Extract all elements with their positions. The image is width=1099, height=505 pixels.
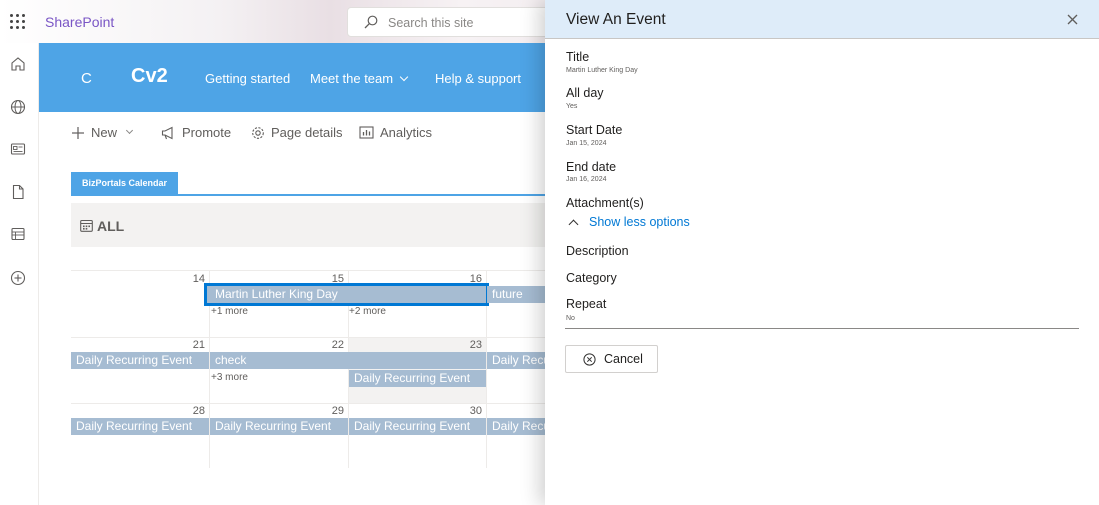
left-rail bbox=[0, 43, 39, 505]
event-daily-recurring[interactable]: Daily Recurring Event bbox=[349, 370, 486, 387]
list-icon[interactable] bbox=[9, 225, 27, 243]
close-icon[interactable] bbox=[1065, 12, 1080, 27]
nav-meet-the-team[interactable]: Meet the team bbox=[310, 71, 409, 86]
search-input[interactable]: Search this site bbox=[347, 7, 557, 37]
field-all-day-label: All day bbox=[566, 86, 604, 100]
new-button[interactable]: New bbox=[71, 125, 134, 140]
panel-header: View An Event bbox=[545, 0, 1099, 39]
chevron-down-icon bbox=[125, 126, 134, 135]
more-link[interactable]: +1 more bbox=[211, 306, 248, 317]
site-header: C Cv2 Getting started Meet the team Help… bbox=[39, 43, 545, 112]
home-icon[interactable] bbox=[9, 55, 27, 73]
document-icon[interactable] bbox=[9, 183, 27, 201]
analytics-icon bbox=[359, 126, 374, 139]
tab-bizportals-calendar[interactable]: BizPortals Calendar bbox=[71, 172, 179, 194]
news-icon[interactable] bbox=[9, 140, 27, 158]
event-daily-recurring[interactable]: Daily Recurring Event bbox=[71, 418, 209, 435]
cancel-icon bbox=[583, 352, 596, 366]
event-check[interactable]: check bbox=[210, 352, 486, 369]
nav-help-support[interactable]: Help & support bbox=[435, 71, 521, 86]
field-title-value: Martin Luther King Day bbox=[566, 67, 638, 74]
plus-icon bbox=[72, 126, 84, 139]
add-circle-icon[interactable] bbox=[9, 269, 27, 287]
day-number: 23 bbox=[469, 339, 482, 351]
nav-label: Meet the team bbox=[310, 71, 394, 86]
view-label[interactable]: ALL bbox=[97, 218, 124, 234]
event-daily-recurring[interactable]: Daily Recurring Event bbox=[210, 418, 348, 435]
day-number: 14 bbox=[192, 273, 205, 285]
field-title-label: Title bbox=[566, 50, 590, 64]
field-description-label: Description bbox=[566, 244, 629, 258]
chevron-up-icon bbox=[568, 219, 579, 229]
show-less-options-link[interactable]: Show less options bbox=[568, 215, 690, 229]
field-start-date-label: Start Date bbox=[566, 123, 623, 137]
gear-icon bbox=[252, 126, 264, 139]
site-logo[interactable]: C bbox=[81, 70, 92, 87]
show-less-label: Show less options bbox=[589, 215, 690, 229]
field-end-date-value: Jan 16, 2024 bbox=[566, 176, 607, 183]
promote-button[interactable]: Promote bbox=[161, 125, 231, 140]
event-martin-luther-king-day[interactable]: Martin Luther King Day bbox=[204, 283, 489, 306]
page-details-button[interactable]: Page details bbox=[251, 125, 343, 140]
waffle-icon[interactable] bbox=[10, 14, 26, 30]
panel-divider bbox=[565, 328, 1079, 329]
analytics-button[interactable]: Analytics bbox=[359, 125, 432, 140]
field-category-label: Category bbox=[566, 271, 617, 285]
calendar-view-bar: ALL bbox=[71, 203, 545, 247]
more-link[interactable]: +3 more bbox=[211, 372, 248, 383]
field-repeat-label: Repeat bbox=[566, 297, 607, 311]
day-number: 29 bbox=[331, 405, 344, 417]
day-number: 22 bbox=[331, 339, 344, 351]
promote-label: Promote bbox=[182, 125, 232, 140]
field-end-date-label: End date bbox=[566, 160, 617, 174]
field-attachments-label: Attachment(s) bbox=[566, 196, 644, 210]
grid-line bbox=[71, 403, 545, 404]
chevron-down-icon bbox=[399, 72, 409, 82]
page-details-label: Page details bbox=[271, 125, 343, 140]
day-number: 16 bbox=[469, 273, 482, 285]
brand-label[interactable]: SharePoint bbox=[45, 14, 114, 30]
event-daily-recurring[interactable]: Daily Recurring Event bbox=[71, 352, 209, 369]
cancel-button[interactable]: Cancel bbox=[565, 345, 658, 373]
new-label: New bbox=[91, 125, 118, 140]
day-number: 15 bbox=[331, 273, 344, 285]
cancel-label: Cancel bbox=[604, 352, 643, 366]
search-placeholder: Search this site bbox=[388, 16, 474, 30]
panel-title: View An Event bbox=[566, 11, 666, 28]
globe-icon[interactable] bbox=[9, 98, 27, 116]
megaphone-icon bbox=[161, 126, 173, 139]
field-repeat-value: No bbox=[566, 315, 575, 322]
day-number: 30 bbox=[469, 405, 482, 417]
view-event-panel: View An Event Title Martin Luther King D… bbox=[545, 0, 1099, 505]
field-all-day-value: Yes bbox=[566, 103, 578, 110]
calendar-grid: 14 15 16 Martin Luther King Day future +… bbox=[71, 256, 545, 468]
field-start-date-value: Jan 15, 2024 bbox=[566, 140, 607, 147]
calendar-tab-bar: BizPortals Calendar bbox=[71, 172, 545, 196]
event-future[interactable]: future bbox=[487, 286, 545, 303]
day-number: 21 bbox=[192, 339, 205, 351]
event-daily-recurring[interactable]: Daily Recurring Event bbox=[487, 418, 545, 435]
day-number: 28 bbox=[192, 405, 205, 417]
calendar-icon bbox=[80, 219, 93, 232]
more-link[interactable]: +2 more bbox=[349, 306, 386, 317]
nav-getting-started[interactable]: Getting started bbox=[205, 71, 290, 86]
site-title[interactable]: Cv2 bbox=[131, 65, 168, 88]
grid-line bbox=[71, 270, 545, 271]
event-daily-recurring[interactable]: Daily Recurring Event bbox=[349, 418, 486, 435]
analytics-label: Analytics bbox=[380, 125, 433, 140]
search-icon bbox=[364, 15, 378, 29]
event-daily-recurring[interactable]: Daily Recurring Event bbox=[487, 352, 545, 369]
